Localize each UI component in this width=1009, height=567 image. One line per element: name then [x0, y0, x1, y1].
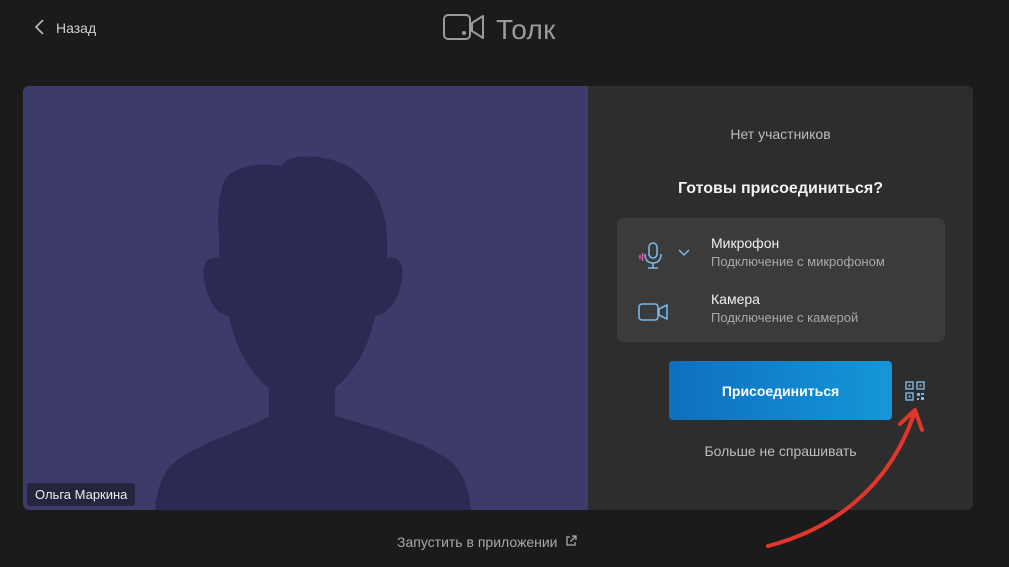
back-button[interactable]: Назад: [34, 17, 96, 39]
dont-ask-again-link[interactable]: Больше не спрашивать: [588, 443, 973, 459]
camera-status: Подключение с камерой: [711, 310, 859, 325]
launch-app-label: Запустить в приложении: [397, 534, 558, 550]
app-name: Толк: [496, 14, 556, 45]
launch-in-app-link[interactable]: Запустить в приложении: [397, 533, 578, 551]
microphone-label: Микрофон: [711, 235, 780, 251]
app-logo: Толк: [442, 12, 556, 48]
join-button[interactable]: Присоединиться: [669, 361, 892, 420]
qr-code-icon[interactable]: [904, 380, 926, 402]
video-camera-logo-icon: [442, 12, 486, 49]
camera-setting[interactable]: Камера Подключение с камерой: [617, 288, 945, 336]
microphone-setting[interactable]: Микрофон Подключение с микрофоном: [617, 232, 945, 280]
device-settings: Микрофон Подключение с микрофоном Камера…: [617, 218, 945, 342]
microphone-icon: [637, 240, 669, 272]
video-preview: Ольга Маркина: [23, 86, 588, 510]
join-panel: Нет участников Готовы присоединиться? Ми…: [588, 86, 973, 510]
ready-prompt: Готовы присоединиться?: [677, 180, 883, 197]
chevron-left-icon: [34, 18, 46, 39]
external-link-icon: [564, 534, 578, 551]
chevron-down-icon[interactable]: [677, 245, 691, 259]
camera-icon: [637, 296, 669, 328]
back-label: Назад: [56, 20, 97, 36]
participants-status: Нет участников: [730, 126, 831, 142]
participant-name-tag: Ольга Маркина: [27, 483, 136, 506]
join-screen: Назад Толк Ольга Маркина Нет участников …: [0, 0, 1009, 567]
preview-card: Ольга Маркина Нет участников Готовы прис…: [23, 86, 973, 510]
camera-label: Камера: [711, 291, 760, 307]
avatar-silhouette: [155, 156, 471, 510]
microphone-status: Подключение с микрофоном: [711, 254, 885, 269]
